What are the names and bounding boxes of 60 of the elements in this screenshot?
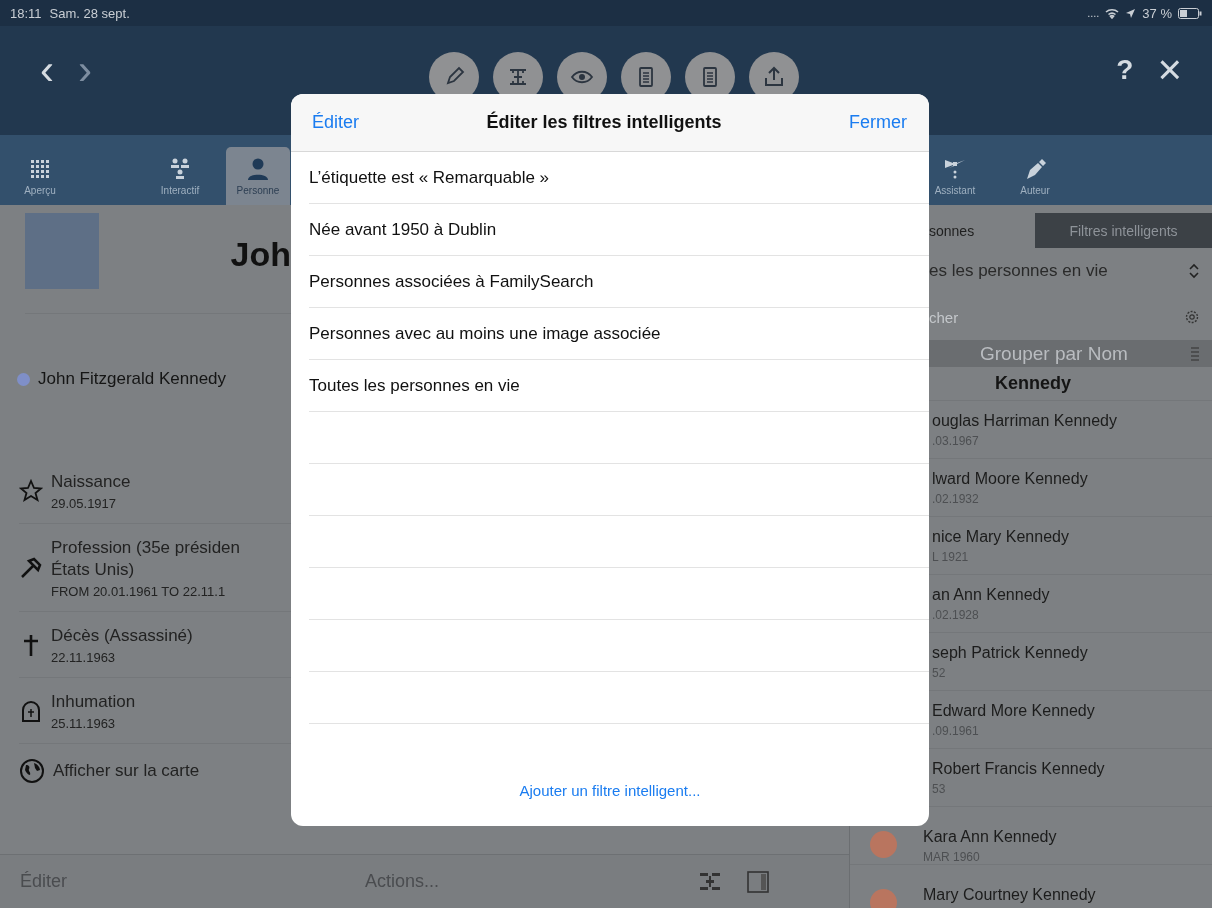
up-down-chevron-icon[interactable]: [1188, 262, 1200, 280]
battery-icon: [1178, 7, 1202, 19]
group-by-label: Grouper par Nom: [980, 342, 1128, 365]
globe-icon: [19, 758, 45, 784]
event-title: États Unis): [51, 559, 136, 581]
people-icon: [168, 156, 192, 181]
person-icon: [246, 156, 270, 181]
wifi-icon: [1105, 7, 1120, 19]
hammer-icon: [19, 556, 43, 580]
filter-picker[interactable]: es les personnes en vie: [929, 261, 1108, 281]
event-date: 22.11.1963: [51, 650, 117, 665]
dialog-title: Éditer les filtres intelligents: [486, 112, 722, 133]
event-title: Décès (Assassiné): [51, 625, 193, 647]
person-list-name[interactable]: ouglas Harriman Kennedy: [932, 411, 1117, 430]
close-link[interactable]: Fermer: [849, 112, 907, 133]
event-date: 29.05.1917: [51, 496, 118, 511]
person-list-name[interactable]: seph Patrick Kennedy: [932, 643, 1088, 662]
show-on-map-link[interactable]: Afficher sur la carte: [53, 760, 200, 782]
tombstone-icon: [19, 699, 43, 723]
event-title: Inhumation: [51, 691, 136, 713]
help-button[interactable]: ?: [1116, 48, 1134, 92]
tab[interactable]: Auteur: [1000, 147, 1070, 205]
person-list-name[interactable]: lward Moore Kennedy: [932, 469, 1088, 488]
event-title: Naissance: [51, 471, 131, 493]
tab[interactable]: Personne: [226, 147, 290, 205]
filter-item[interactable]: Toutes les personnes en vie: [309, 360, 929, 412]
sidebar-toggle-icon[interactable]: [747, 870, 770, 893]
status-time: 18:11: [10, 5, 42, 21]
status-date: Sam. 28 sept.: [49, 5, 130, 21]
event-date: FROM 20.01.1961 TO 22.11.1: [51, 584, 227, 599]
back-button[interactable]: ‹: [40, 48, 54, 92]
signal-dots: ....: [1087, 7, 1100, 19]
person-full-name: John Fitzgerald Kennedy: [38, 369, 227, 389]
battery-percent: 37 %: [1142, 5, 1172, 21]
tree-view-icon[interactable]: [699, 871, 722, 892]
filter-item[interactable]: Personnes avec au moins une image associée: [309, 308, 929, 360]
add-filter-link[interactable]: Ajouter un filtre intelligent...: [519, 781, 701, 799]
person-list-name[interactable]: Edward More Kennedy: [932, 701, 1095, 720]
gear-icon[interactable]: [1184, 309, 1200, 325]
filter-item[interactable]: Née avant 1950 à Dublin: [309, 204, 929, 256]
person-list-name[interactable]: Robert Francis Kennedy: [932, 759, 1105, 778]
location-arrow-icon: [1125, 7, 1137, 19]
event-title: Profession (35e présiden: [51, 537, 240, 559]
person-list-name[interactable]: nice Mary Kennedy: [932, 527, 1069, 546]
edit-link[interactable]: Éditer: [312, 112, 360, 133]
event-date: 25.11.1963: [51, 716, 117, 731]
star-icon: [19, 479, 43, 503]
person-list-name[interactable]: Kara Ann Kennedy: [923, 828, 1057, 846]
tab[interactable]: Interactif: [145, 147, 215, 205]
segment-tab[interactable]: Filtres intelligents: [1035, 213, 1212, 248]
filter-item[interactable]: L’étiquette est « Remarquable »: [309, 152, 929, 204]
person-list-name[interactable]: an Ann Kennedy: [932, 585, 1050, 604]
close-button[interactable]: ×: [1157, 48, 1182, 92]
list-icon: [1190, 345, 1200, 362]
tab[interactable]: Aperçu: [5, 147, 75, 205]
person-name-heading: Joh: [230, 235, 291, 274]
search-field[interactable]: cher: [929, 308, 1129, 326]
forward-button[interactable]: ›: [78, 48, 92, 92]
person-list-name[interactable]: Mary Courtney Kennedy: [923, 886, 1096, 904]
filter-item[interactable]: Personnes associées à FamilySearch: [309, 256, 929, 308]
